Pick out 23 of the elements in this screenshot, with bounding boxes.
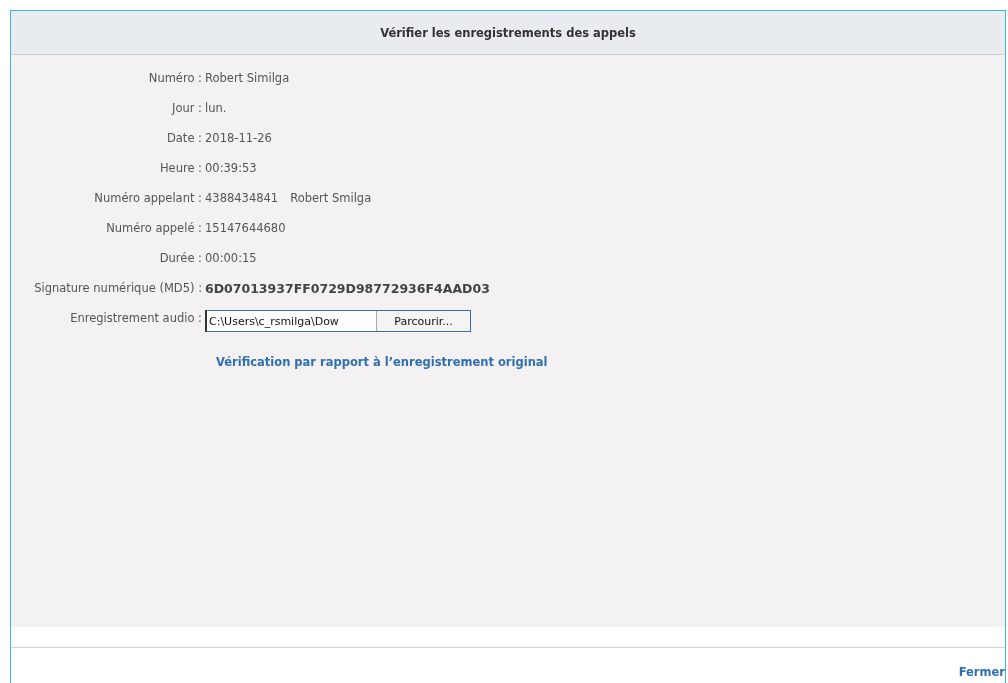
field-label: Numéro : (147, 71, 203, 85)
field-label: Durée : (158, 251, 203, 265)
browse-button[interactable]: Parcourir... (376, 311, 470, 331)
field-label: Numéro appelé : (105, 221, 203, 235)
file-field[interactable]: C:\Users\c_rsmilga\Dow Parcourir... (205, 310, 471, 332)
field-value: 15147644680 (205, 221, 286, 235)
field-value: 00:00:15 (205, 251, 257, 265)
field-value: Robert Similga (205, 71, 290, 85)
field-label: Enregistrement audio : (69, 311, 203, 325)
field-value: 4388434841 (205, 191, 279, 205)
field-value: 6D07013937FF0729D98772936F4AAD03 (205, 280, 490, 296)
verify-link[interactable]: Vérification par rapport à l’enregistrement original (216, 355, 548, 369)
field-value: Robert Smilga (290, 191, 372, 205)
field-label: Signature numérique (MD5) : (33, 281, 203, 295)
field-value: 2018-11-26 (205, 131, 272, 145)
close-link[interactable]: Fermer (958, 665, 1005, 679)
field-value: lun. (205, 101, 227, 115)
field-label: Heure : (158, 161, 203, 175)
window-title: Vérifier les enregistrements des appels (380, 25, 636, 40)
field-label: Jour : (170, 101, 203, 115)
field-label: Numéro appelant : (93, 191, 203, 205)
field-value: 00:39:53 (205, 161, 257, 175)
field-label: Date : (165, 131, 203, 145)
